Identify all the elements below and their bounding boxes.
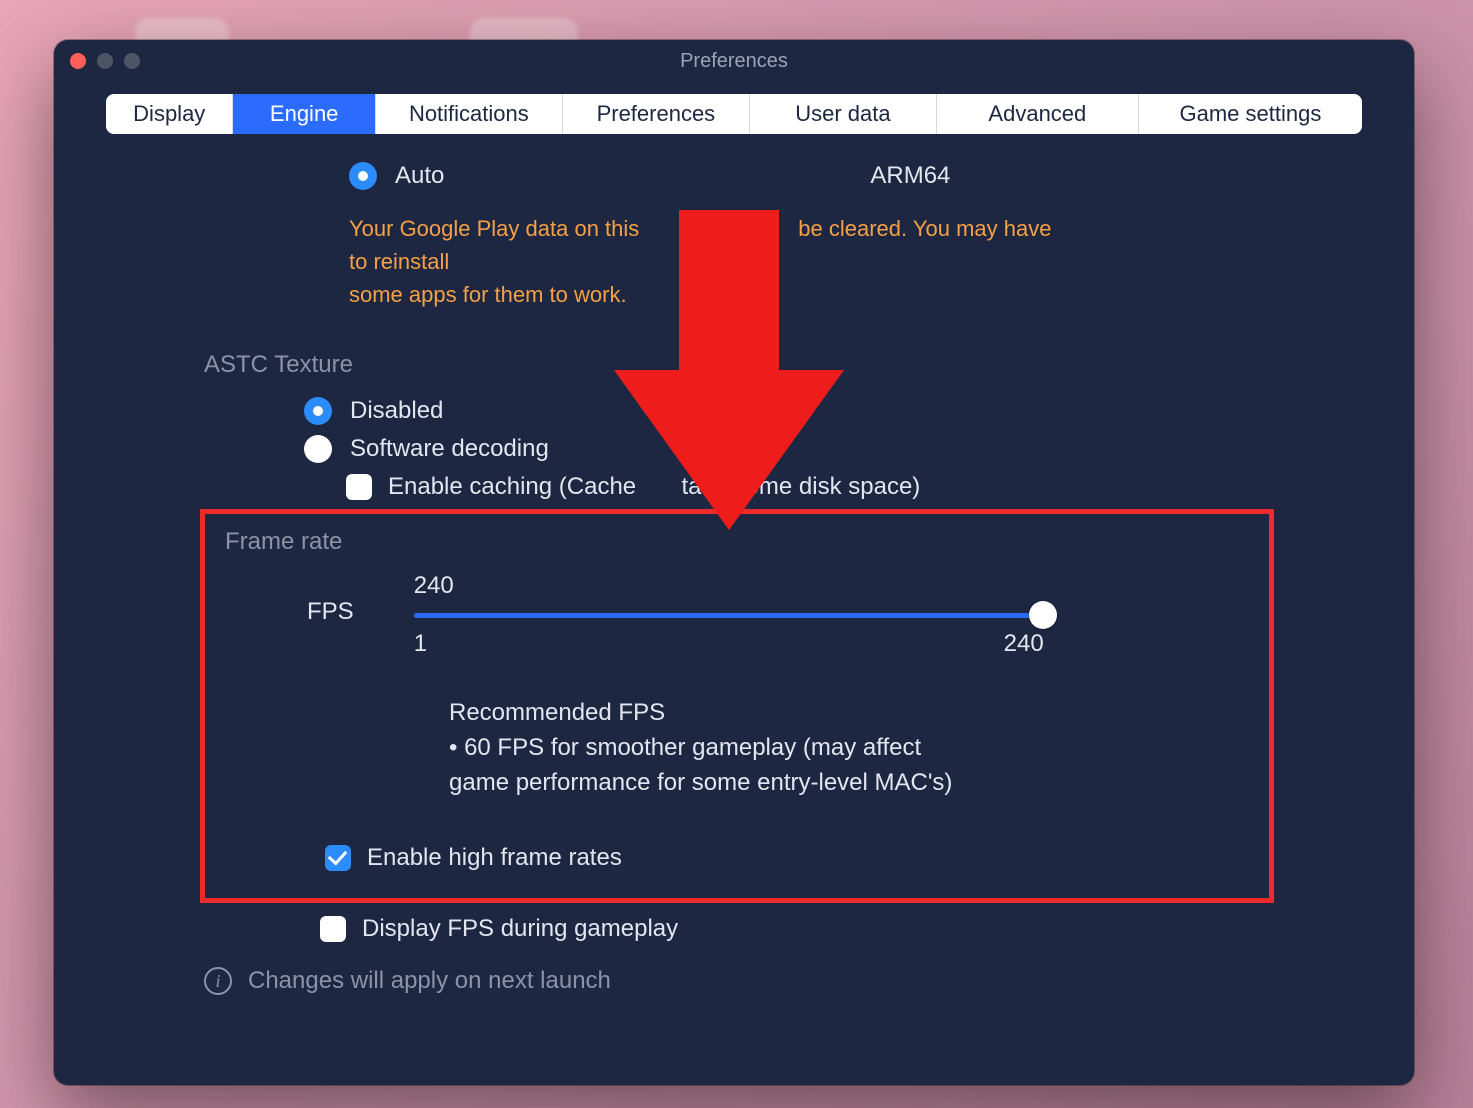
warning-text: Your Google Play data on this XXXXXXXXXX… [349,212,1074,311]
astc-disabled-label: Disabled [350,397,443,425]
slider-fill [414,613,1044,618]
minimize-icon[interactable] [97,53,113,69]
window-controls [70,53,140,69]
engine-content: Auto ARM64 Your Google Play data on this… [54,134,1414,995]
close-icon[interactable] [70,53,86,69]
enable-high-frame-checkbox[interactable]: Enable high frame rates [325,844,1249,872]
reco-line: game performance for some entry-level MA… [449,766,1049,801]
info-icon: i [204,967,232,995]
radio-icon [349,162,377,190]
astc-section-label: ASTC Texture [204,351,1354,379]
fps-recommended-text: Recommended FPS • 60 FPS for smoother ga… [449,696,1049,800]
arch-auto-label: Auto [395,162,444,190]
tab-notifications[interactable]: Notifications [375,94,562,134]
titlebar: Preferences [54,40,1414,82]
fps-min: 1 [414,630,427,658]
slider-range-labels: 1 240 [414,630,1044,658]
arch-arm64-label: ARM64 [870,162,950,190]
apply-note-row: i Changes will apply on next launch [204,967,1354,995]
arch-auto-radio[interactable]: Auto [349,162,444,190]
astc-caching-checkbox[interactable]: Enable caching (Cache XX take some disk … [346,473,1354,501]
tab-advanced[interactable]: Advanced [936,94,1138,134]
preferences-window: Preferences Display Engine Notifications… [54,40,1414,1085]
tab-game-settings[interactable]: Game settings [1138,94,1362,134]
tabs: Display Engine Notifications Preferences… [106,94,1362,134]
reco-line: • 60 FPS for smoother gameplay (may affe… [449,731,1049,766]
arch-radio-group: Auto ARM64 [349,162,1354,190]
text-part: Enable caching (Cache [388,473,636,500]
reco-title: Recommended FPS [449,696,1049,731]
astc-software-label: Software decoding [350,435,549,463]
tab-display[interactable]: Display [106,94,232,134]
fps-slider-row: FPS 240 1 240 [307,572,1249,658]
astc-disabled-radio[interactable]: Disabled [304,397,1354,425]
frame-rate-highlight: Frame rate FPS 240 1 240 Recommended FP [200,509,1274,903]
zoom-icon[interactable] [124,53,140,69]
fps-value: 240 [414,572,1044,600]
text-part: take some disk space) [682,473,921,500]
window-title: Preferences [54,50,1414,73]
tab-engine[interactable]: Engine [232,94,374,134]
slider-track[interactable] [414,604,1044,626]
warning-part: some apps for them to work. [349,282,627,307]
checkbox-icon [346,474,372,500]
fps-label: FPS [307,598,354,626]
checkbox-icon [320,916,346,942]
astc-caching-label: Enable caching (Cache XX take some disk … [388,473,920,501]
apply-note-text: Changes will apply on next launch [248,967,611,995]
fps-slider[interactable]: 240 1 240 [414,572,1044,658]
slider-thumb[interactable] [1029,601,1057,629]
arch-arm64-radio[interactable]: ARM64 [824,162,950,190]
enable-high-frame-label: Enable high frame rates [367,844,622,872]
tab-preferences[interactable]: Preferences [562,94,749,134]
astc-software-radio[interactable]: Software decoding [304,435,1354,463]
fps-max: 240 [1004,630,1044,658]
astc-options: Disabled Software decoding Enable cachin… [304,397,1354,501]
radio-icon [304,397,332,425]
frame-rate-label: Frame rate [225,528,1249,556]
radio-icon [304,435,332,463]
warning-part: Your Google Play data on this [349,216,645,241]
tab-userdata[interactable]: User data [749,94,936,134]
display-fps-checkbox[interactable]: Display FPS during gameplay [320,915,1354,943]
display-fps-label: Display FPS during gameplay [362,915,678,943]
checkbox-icon [325,845,351,871]
